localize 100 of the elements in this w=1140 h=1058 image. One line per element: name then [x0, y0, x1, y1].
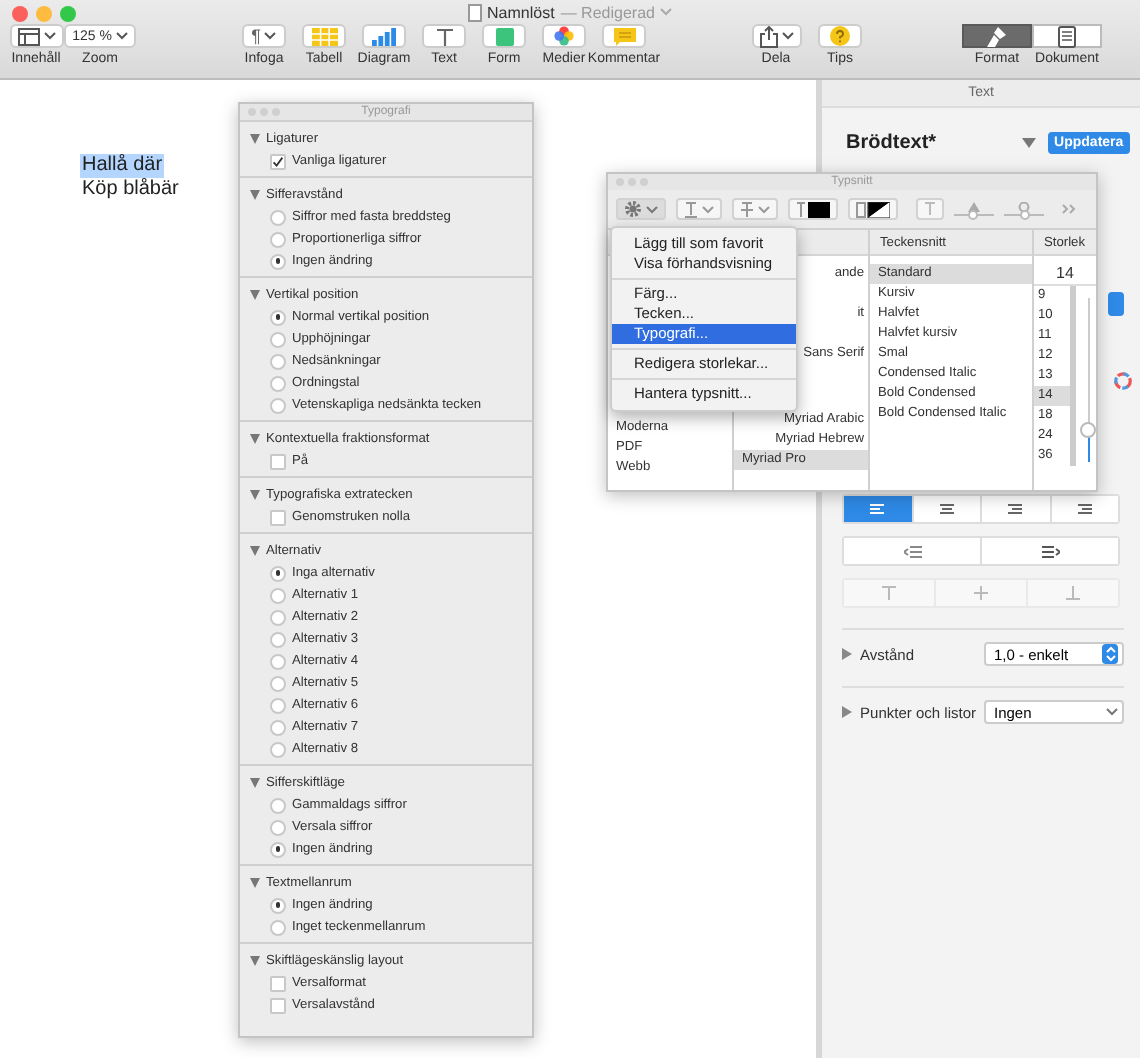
radio-button[interactable]	[270, 741, 286, 757]
disclosure-icon[interactable]	[250, 545, 260, 555]
shadow-slider[interactable]	[954, 202, 994, 216]
action-button[interactable]	[616, 198, 666, 220]
zoom-button[interactable]	[60, 6, 76, 22]
shadow-slider[interactable]	[1004, 202, 1044, 216]
document-color-icon	[856, 201, 890, 217]
disclosure-icon[interactable]	[250, 433, 260, 443]
radio-button[interactable]	[270, 675, 286, 691]
shadow-button[interactable]	[916, 198, 944, 220]
caret-icon	[264, 32, 277, 40]
disclosure-icon[interactable]	[250, 133, 260, 143]
dropdown-icon[interactable]	[1022, 138, 1037, 148]
radio-button[interactable]	[270, 719, 286, 735]
radio-button[interactable]	[270, 609, 286, 625]
stepper-icon	[1105, 646, 1115, 662]
disclosure-icon[interactable]	[250, 189, 260, 199]
radio-button[interactable]	[270, 353, 286, 369]
radio-button[interactable]	[270, 209, 286, 225]
view-tab[interactable]	[962, 24, 1032, 48]
strikethrough-icon	[740, 201, 754, 217]
radio-button[interactable]	[270, 841, 286, 857]
brush-icon	[986, 25, 1008, 47]
shadow-icon	[924, 202, 936, 216]
radio-button[interactable]	[270, 819, 286, 835]
indent-icon	[1041, 545, 1060, 557]
disclosure-icon[interactable]	[250, 877, 260, 887]
radio-button[interactable]	[270, 375, 286, 391]
align-button[interactable]	[844, 496, 914, 522]
color-wheel-icon[interactable]	[1114, 372, 1132, 390]
window-subtitle: — Redigerad	[560, 3, 655, 21]
caret-icon	[758, 205, 770, 213]
underline-icon	[684, 201, 698, 217]
toolbar-button[interactable]	[9, 24, 63, 48]
layout-icon	[17, 27, 39, 45]
toolbar-button[interactable]	[751, 24, 801, 48]
table-icon	[311, 27, 337, 45]
toolbar-button[interactable]: ¶	[242, 24, 286, 48]
paragraph-style[interactable]: Brödtext*	[846, 132, 1011, 154]
disclosure-icon[interactable]	[842, 648, 853, 660]
text-line: Köp blåbär	[80, 178, 181, 202]
paragraph-glyph: ¶	[251, 26, 261, 46]
toolbar-button[interactable]	[818, 24, 862, 48]
radio-button[interactable]	[270, 397, 286, 413]
caret-icon	[660, 8, 673, 16]
document-icon	[467, 3, 482, 21]
radio-button[interactable]	[270, 697, 286, 713]
help-icon	[830, 26, 850, 46]
disclosure-icon[interactable]	[842, 706, 853, 718]
caret-icon	[646, 205, 658, 213]
radio-button[interactable]	[270, 231, 286, 247]
radio-button[interactable]	[270, 309, 286, 325]
radio-button[interactable]	[270, 587, 286, 603]
window-title: Namnlöst	[487, 3, 555, 21]
toolbar-button[interactable]	[542, 24, 586, 48]
slider-thumb[interactable]	[967, 209, 977, 219]
vertical-align-icon	[1066, 586, 1080, 600]
caret-icon	[1106, 708, 1118, 716]
close-button[interactable]	[12, 6, 28, 22]
checkbox[interactable]	[270, 153, 286, 169]
caret-icon	[781, 32, 793, 40]
size-field[interactable]: 14	[1034, 264, 1096, 286]
more-icon[interactable]	[1062, 204, 1076, 214]
toolbar-button[interactable]	[362, 24, 406, 48]
text-color-icon	[796, 201, 830, 217]
text-color-button[interactable]	[788, 198, 838, 220]
align-icon	[870, 503, 885, 515]
disclosure-icon[interactable]	[250, 489, 260, 499]
vertical-align-icon	[974, 586, 989, 600]
slider-thumb[interactable]	[1080, 421, 1096, 438]
strikethrough-button[interactable]	[732, 198, 778, 220]
radio-button[interactable]	[270, 331, 286, 347]
comment-icon	[613, 27, 635, 45]
gear-icon	[624, 200, 642, 218]
outdent-icon	[903, 545, 922, 557]
radio-button[interactable]	[270, 919, 286, 935]
slider-thumb[interactable]	[1019, 209, 1029, 219]
caret-icon	[43, 32, 55, 40]
decrease-indent-button[interactable]	[844, 538, 983, 564]
radio-button[interactable]	[270, 653, 286, 669]
minimize-button[interactable]	[36, 6, 52, 22]
radio-button[interactable]	[270, 897, 286, 913]
text-icon	[435, 27, 453, 45]
underline-button[interactable]	[676, 198, 722, 220]
view-tab[interactable]	[1032, 24, 1102, 48]
align-icon	[1008, 503, 1023, 515]
radio-button[interactable]	[270, 631, 286, 647]
toolbar-button[interactable]	[422, 24, 466, 48]
stepper-icon[interactable]	[1108, 292, 1124, 316]
document-icon	[1058, 25, 1076, 47]
disclosure-icon[interactable]	[250, 289, 260, 299]
radio-button[interactable]	[270, 565, 286, 581]
disclosure-icon[interactable]	[250, 955, 260, 965]
caret-icon	[115, 32, 128, 40]
radio-button[interactable]	[270, 253, 286, 269]
document-color-button[interactable]	[848, 198, 898, 220]
disclosure-icon[interactable]	[250, 777, 260, 787]
align-icon	[1077, 503, 1092, 515]
caret-icon	[702, 205, 714, 213]
radio-button[interactable]	[270, 797, 286, 813]
